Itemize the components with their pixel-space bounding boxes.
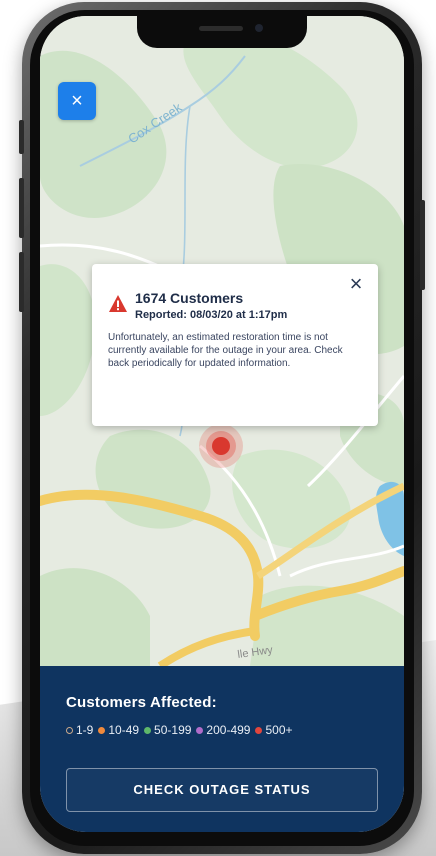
- legend-dot-icon: [255, 726, 263, 734]
- popup-message: Unfortunately, an estimated restoration …: [108, 332, 343, 369]
- volume-down-button: [19, 252, 24, 312]
- legend-item: 200-499: [196, 723, 250, 737]
- legend-label: 200-499: [206, 723, 251, 737]
- mute-switch: [19, 120, 24, 154]
- legend-dot-icon: [196, 726, 204, 734]
- legend-label: 1-9: [76, 723, 94, 737]
- warning-triangle-icon: [109, 295, 127, 312]
- outage-marker[interactable]: [212, 437, 230, 455]
- popup-header: 1674 Customers Reported: 08/03/20 at 1:1…: [108, 290, 362, 322]
- phone-screen: Cox Creek lle Hwy × × 1674 Customers Rep…: [40, 16, 404, 832]
- check-outage-status-button[interactable]: CHECK OUTAGE STATUS: [66, 768, 378, 812]
- legend-row: 1-9 10-49 50-199 200-499 500+: [66, 723, 380, 737]
- legend-dot-icon: [98, 726, 106, 734]
- legend-item: 10-49: [98, 723, 139, 737]
- legend-label: 50-199: [154, 723, 192, 737]
- volume-up-button: [19, 178, 24, 238]
- popup-heading-text: 1674 Customers Reported: 08/03/20 at 1:1…: [135, 290, 287, 322]
- page-root: Cox Creek lle Hwy × × 1674 Customers Rep…: [0, 0, 436, 856]
- legend-dot-icon: [144, 726, 152, 734]
- legend-item: 500+: [255, 723, 293, 737]
- popup-close-icon[interactable]: ×: [346, 273, 366, 295]
- legend-item: 50-199: [144, 723, 191, 737]
- phone-notch: [137, 16, 307, 48]
- bottom-panel: Customers Affected: 1-9 10-49 50-199 200…: [40, 666, 404, 832]
- legend-label: 500+: [265, 723, 293, 737]
- outage-popup: × 1674 Customers Reported: 08/03/20 at 1…: [92, 264, 378, 426]
- power-button: [420, 200, 425, 290]
- speaker-grille: [199, 26, 243, 31]
- legend-label: 10-49: [108, 723, 140, 737]
- popup-title: 1674 Customers: [135, 290, 244, 306]
- legend-title: Customers Affected:: [66, 694, 217, 711]
- legend-dot-icon: [66, 726, 73, 734]
- popup-reported: Reported: 08/03/20 at 1:17pm: [135, 309, 288, 321]
- close-map-button[interactable]: ×: [58, 82, 96, 120]
- legend-item: 1-9: [66, 723, 93, 737]
- front-camera: [255, 24, 263, 32]
